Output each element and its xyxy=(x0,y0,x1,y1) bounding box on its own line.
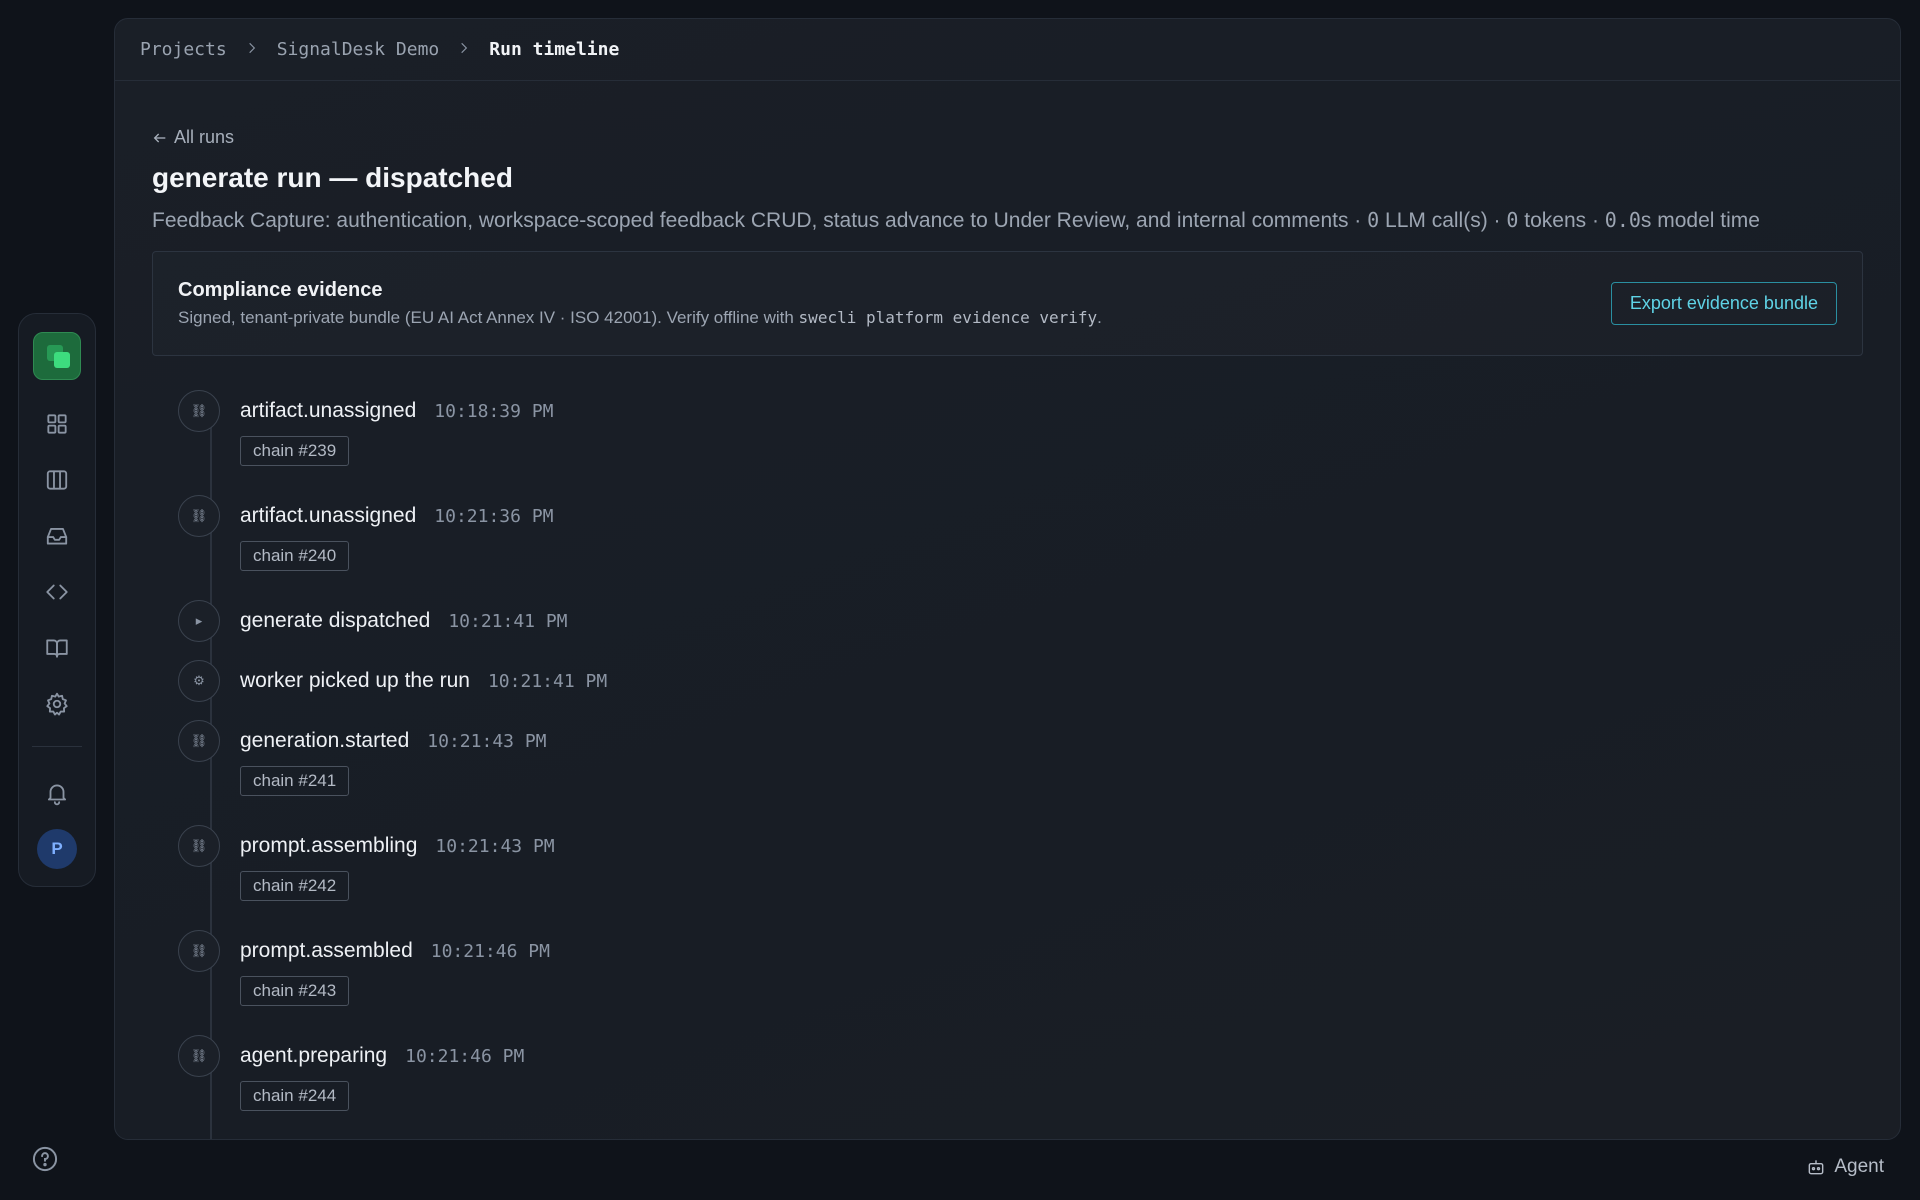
timeline-event: ⛓ prompt.assembled 10:21:46 PM chain #243 xyxy=(178,930,1863,1035)
evidence-title: Compliance evidence xyxy=(178,279,383,301)
rail-divider xyxy=(32,746,82,747)
compliance-evidence-card: Compliance evidence Signed, tenant-priva… xyxy=(152,251,1863,356)
back-link[interactable]: All runs xyxy=(152,127,1863,148)
timeline-event-body: artifact.unassigned 10:21:36 PM chain #240 xyxy=(240,495,554,571)
timeline-event: ⛓ artifact.unassigned 10:21:36 PM chain #24… xyxy=(178,495,1863,600)
run-timeline: ⛓ artifact.unassigned 10:18:39 PM chain #23… xyxy=(152,390,1863,1139)
docs-icon[interactable] xyxy=(33,624,81,672)
chevron-right-icon xyxy=(245,39,259,60)
timeline-event-header: artifact.unassigned 10:21:36 PM xyxy=(240,504,554,528)
llm-calls-count: 0 xyxy=(1367,208,1380,232)
timeline-event-header: artifact.unassigned 10:18:39 PM xyxy=(240,399,554,423)
model-time-value: 0.0 xyxy=(1604,208,1641,232)
agent-button[interactable]: Agent xyxy=(1806,1156,1884,1178)
chain-badge[interactable]: chain #243 xyxy=(240,976,350,1006)
breadcrumb-projects[interactable]: Projects xyxy=(140,39,227,60)
timeline-event-label: generation.started xyxy=(240,729,410,752)
timeline-event: ⚙ worker picked up the run 10:21:41 PM xyxy=(178,660,1863,720)
timeline-event-time: 10:21:41 PM xyxy=(448,611,568,632)
llm-calls-label: LLM call(s) · xyxy=(1379,209,1507,232)
timeline-event-label: generate dispatched xyxy=(240,609,431,632)
timeline-event-label: worker picked up the run xyxy=(240,669,470,692)
page-title: generate run — dispatched xyxy=(152,162,513,193)
timeline-event-label: agent.preparing xyxy=(240,1044,388,1067)
breadcrumb-current: Run timeline xyxy=(489,39,620,60)
back-link-label: All runs xyxy=(174,127,235,147)
chain-icon: ⛓ xyxy=(178,930,220,972)
robot-icon xyxy=(1808,1160,1824,1175)
timeline-event: ⛓ agent.preparing 10:21:46 PM chain #244 xyxy=(178,1035,1863,1139)
timeline-event-header: generation.started 10:21:43 PM xyxy=(240,729,547,753)
timeline-event-time: 10:21:43 PM xyxy=(435,836,555,857)
timeline-event-time: 10:21:46 PM xyxy=(430,941,550,962)
help-icon[interactable] xyxy=(30,1144,60,1174)
left-rail: P xyxy=(18,313,96,887)
app-logo[interactable] xyxy=(33,332,81,380)
timeline-event-time: 10:21:46 PM xyxy=(405,1046,525,1067)
timeline-event-body: generate dispatched 10:21:41 PM xyxy=(240,600,568,633)
timeline-event-time: 10:21:41 PM xyxy=(487,671,608,692)
evidence-desc-text: Signed, tenant-private bundle (EU AI Act… xyxy=(178,308,799,327)
chevron-right-icon xyxy=(457,39,471,60)
breadcrumb: Projects SignalDesk Demo Run timeline xyxy=(115,19,1900,81)
evidence-description: Signed, tenant-private bundle (EU AI Act… xyxy=(178,308,1102,328)
timeline-event-body: artifact.unassigned 10:18:39 PM chain #239 xyxy=(240,390,554,466)
settings-icon[interactable] xyxy=(33,680,81,728)
timeline-event-header: agent.preparing 10:21:46 PM xyxy=(240,1044,524,1068)
chain-badge[interactable]: chain #242 xyxy=(240,871,350,901)
timeline-event-body: agent.preparing 10:21:46 PM chain #244 xyxy=(240,1035,524,1111)
chain-icon: ⛓ xyxy=(178,495,220,537)
timeline-event-time: 10:21:36 PM xyxy=(434,506,554,527)
chain-icon: ⛓ xyxy=(178,720,220,762)
chain-badge[interactable]: chain #244 xyxy=(240,1081,350,1111)
timeline-event-header: generate dispatched 10:21:41 PM xyxy=(240,609,568,633)
arrow-left-icon xyxy=(153,133,166,142)
timeline-event-header: prompt.assembled 10:21:46 PM xyxy=(240,939,550,963)
timeline-event-body: prompt.assembling 10:21:43 PM chain #242 xyxy=(240,825,555,901)
timeline-event-body: prompt.assembled 10:21:46 PM chain #243 xyxy=(240,930,550,1006)
timeline-event-time: 10:21:43 PM xyxy=(427,731,547,752)
timeline-event-label: prompt.assembled xyxy=(240,939,413,962)
export-evidence-button[interactable]: Export evidence bundle xyxy=(1610,282,1837,325)
dashboard-icon[interactable] xyxy=(33,400,81,448)
evidence-command: swecli platform evidence verify xyxy=(798,308,1098,327)
board-icon[interactable] xyxy=(33,456,81,504)
inbox-icon[interactable] xyxy=(33,512,81,560)
timeline-event: ▸ generate dispatched 10:21:41 PM xyxy=(178,600,1863,660)
chain-icon: ⛓ xyxy=(178,1035,220,1077)
code-icon[interactable] xyxy=(33,568,81,616)
agent-label: Agent xyxy=(1834,1156,1884,1177)
evidence-desc-suffix: . xyxy=(1097,308,1102,327)
subtitle-text: Feedback Capture: authentication, worksp… xyxy=(152,209,1368,232)
timeline-event-label: artifact.unassigned xyxy=(240,504,417,527)
timeline-event-header: prompt.assembling 10:21:43 PM xyxy=(240,834,555,858)
chain-badge[interactable]: chain #241 xyxy=(240,766,350,796)
chain-icon: ⛓ xyxy=(178,825,220,867)
avatar[interactable]: P xyxy=(37,829,77,869)
timeline-event-body: generation.started 10:21:43 PM chain #241 xyxy=(240,720,547,796)
timeline-event: ⛓ generation.started 10:21:43 PM chain #241 xyxy=(178,720,1863,825)
timeline-event: ⛓ artifact.unassigned 10:18:39 PM chain #23… xyxy=(178,390,1863,495)
gear-icon: ⚙ xyxy=(178,660,220,702)
timeline-event-label: prompt.assembling xyxy=(240,834,418,857)
tokens-count: 0 xyxy=(1506,208,1519,232)
timeline-event: ⛓ prompt.assembling 10:21:43 PM chain #242 xyxy=(178,825,1863,930)
timeline-event-label: artifact.unassigned xyxy=(240,399,417,422)
play-icon: ▸ xyxy=(178,600,220,642)
chain-icon: ⛓ xyxy=(178,390,220,432)
bell-icon[interactable] xyxy=(33,769,81,817)
chain-badge[interactable]: chain #240 xyxy=(240,541,350,571)
page-subtitle: Feedback Capture: authentication, worksp… xyxy=(152,208,1863,233)
timeline-event-header: worker picked up the run 10:21:41 PM xyxy=(240,669,607,693)
main-panel: Projects SignalDesk Demo Run timeline Al… xyxy=(114,18,1901,1140)
tokens-label: tokens · xyxy=(1518,209,1605,232)
timeline-event-body: worker picked up the run 10:21:41 PM xyxy=(240,660,607,693)
breadcrumb-project[interactable]: SignalDesk Demo xyxy=(277,39,440,60)
model-time-label: s model time xyxy=(1640,209,1760,232)
timeline-event-time: 10:18:39 PM xyxy=(434,401,554,422)
chain-badge[interactable]: chain #239 xyxy=(240,436,350,466)
